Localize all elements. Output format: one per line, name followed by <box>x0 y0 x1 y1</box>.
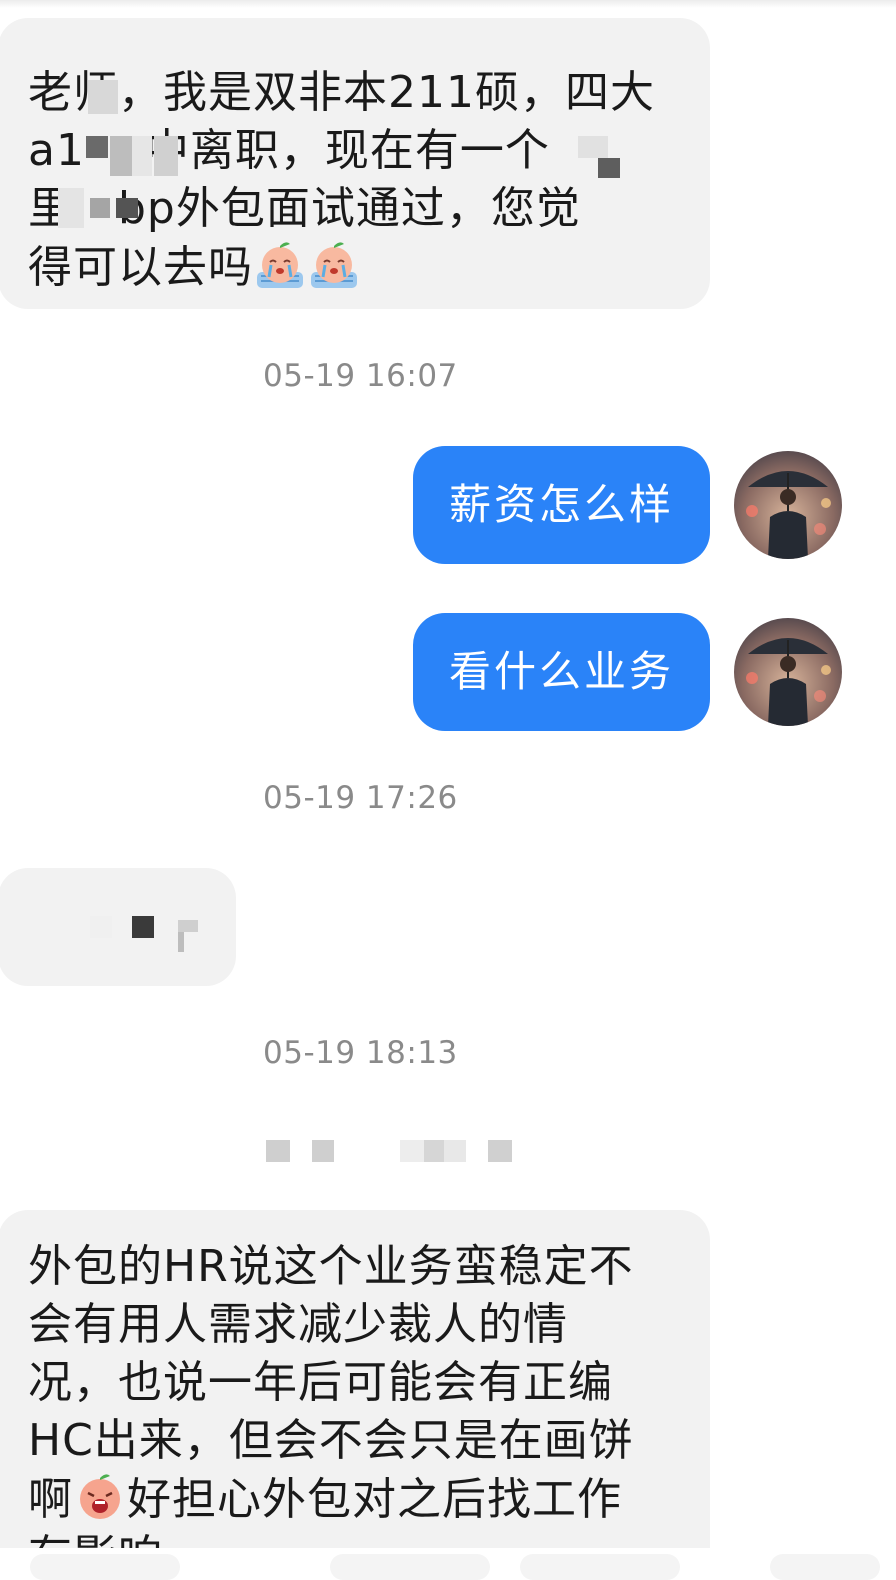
man-with-umbrella-avatar-icon <box>734 618 842 726</box>
toolbar-button[interactable] <box>770 1554 880 1580</box>
pixelated-redaction <box>132 916 154 938</box>
pixelated-redaction <box>110 136 132 176</box>
message-line: 得可以去吗 <box>28 242 253 293</box>
pixelated-redaction <box>178 920 198 932</box>
pixelated-redaction <box>488 1140 512 1162</box>
message-timestamp: 05-19 17:26 <box>263 780 458 816</box>
bottom-toolbar <box>0 1548 896 1580</box>
message-timestamp: 05-19 16:07 <box>263 358 458 394</box>
message-line: 好担心外包对之后找工作 <box>127 1474 622 1525</box>
message-line-last: 得可以去吗 <box>28 238 361 297</box>
pixelated-redaction <box>88 80 118 114</box>
pixelated-redaction <box>178 932 184 952</box>
crying-peach-emoji-icon <box>257 242 303 288</box>
man-with-umbrella-avatar-icon <box>734 451 842 559</box>
pixelated-redaction <box>266 1140 290 1162</box>
message-line: 啊 <box>28 1474 73 1525</box>
toolbar-button[interactable] <box>330 1554 490 1580</box>
pixelated-redaction <box>132 136 152 176</box>
message-text: 看什么业务 <box>448 647 674 696</box>
pixelated-redaction <box>578 136 608 158</box>
message-timestamp: 05-19 18:13 <box>263 1035 458 1071</box>
pixelated-redaction <box>154 136 178 176</box>
pixelated-redaction <box>444 1140 466 1162</box>
message-line-with-emoji: 啊 好担心外包对之后找工作 <box>28 1470 622 1529</box>
message-bubble-received-redacted[interactable] <box>0 868 236 986</box>
pixelated-redaction <box>90 916 112 938</box>
pixelated-redaction <box>90 198 110 218</box>
pixelated-redaction <box>598 158 620 178</box>
message-bubble-received[interactable]: 外包的HR说这个业务蛮稳定不 会有用人需求减少裁人的情 况，也说一年后可能会有正… <box>0 1210 710 1580</box>
user-avatar[interactable] <box>734 451 842 559</box>
message-bubble-received[interactable]: 老师，我是双非本211硕，四大 a1 中离职，现在有一个 里 bp外包面试通过，… <box>0 18 710 309</box>
pixelated-redaction <box>58 188 84 228</box>
toolbar-button[interactable] <box>30 1554 180 1580</box>
message-bubble-sent[interactable]: 薪资怎么样 <box>413 446 710 564</box>
pixelated-redaction <box>424 1140 444 1162</box>
message-line: 会有用人需求减少裁人的情 <box>28 1299 568 1350</box>
message-bubble-sent[interactable]: 看什么业务 <box>413 613 710 731</box>
message-line: 况，也说一年后可能会有正编 <box>28 1357 613 1408</box>
crying-peach-emoji-icon <box>311 242 357 288</box>
pixelated-redaction <box>400 1140 424 1162</box>
pixelated-redaction <box>116 198 138 218</box>
pixelated-redaction <box>86 136 108 158</box>
message-text: 薪资怎么样 <box>448 480 674 529</box>
toolbar-button[interactable] <box>520 1554 680 1580</box>
pixelated-redaction <box>312 1140 334 1162</box>
top-edge <box>0 0 896 8</box>
user-avatar[interactable] <box>734 618 842 726</box>
message-line: 外包的HR说这个业务蛮稳定不 <box>28 1241 634 1292</box>
message-line: HC出来，但会不会只是在画饼 <box>28 1415 634 1466</box>
message-line: 老师，我是双非本211硕，四大 <box>28 67 655 118</box>
screaming-peach-emoji-icon <box>80 1474 120 1519</box>
message-line: 里 bp外包面试通过，您觉 <box>28 183 581 234</box>
